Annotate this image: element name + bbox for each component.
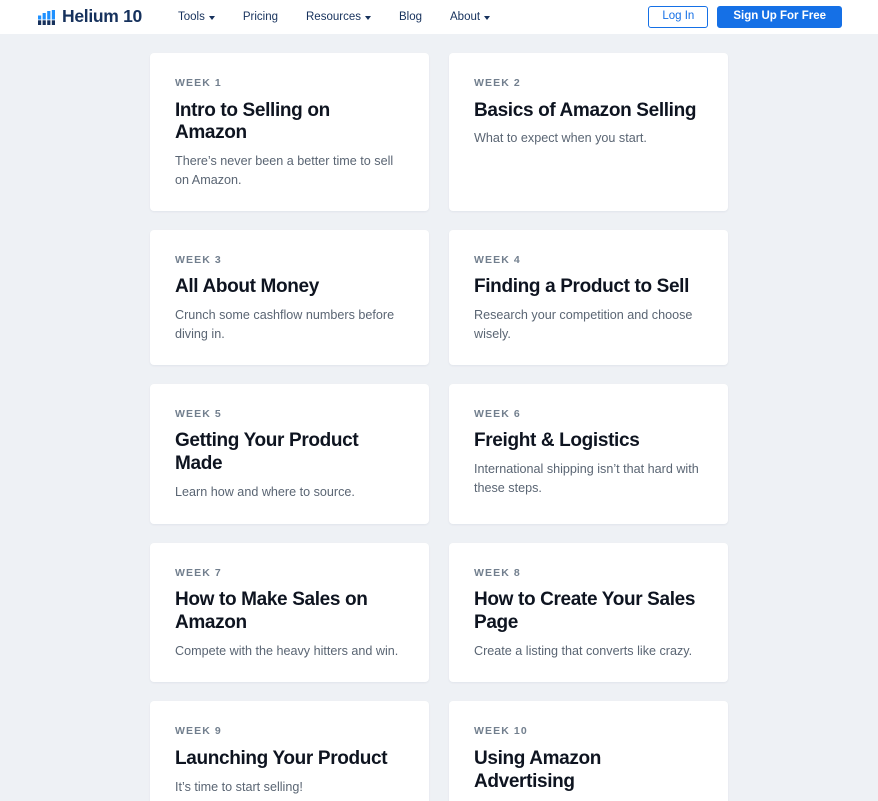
nav-item-tools[interactable]: Tools	[164, 11, 229, 23]
week-title: Freight & Logistics	[474, 430, 640, 452]
chevron-down-icon	[364, 16, 371, 20]
chevron-down-icon	[208, 16, 215, 20]
nav-item-label: Pricing	[242, 11, 278, 23]
week-description: Create a listing that converts like craz…	[474, 644, 693, 659]
week-label: WEEK 9	[175, 725, 222, 738]
week-description: International shipping isn’t that hard w…	[474, 462, 699, 495]
brand-logo[interactable]: Helium 10	[38, 8, 142, 26]
main-nav: Tools Pricing Resources Blog About	[164, 11, 504, 23]
week-title: Launching Your Product	[175, 747, 388, 769]
week-title: How to Create Your Sales Page	[474, 589, 696, 634]
week-label: WEEK 3	[175, 253, 222, 266]
week-label: WEEK 4	[474, 253, 521, 266]
week-title: All About Money	[175, 276, 319, 298]
week-description: It’s time to start selling!	[175, 779, 303, 794]
week-title: Using Amazon Advertising	[474, 747, 602, 792]
bar-chart-logo-icon	[38, 9, 55, 25]
header-actions: Log In Sign Up For Free	[648, 6, 842, 28]
week-card[interactable]: WEEK 10 Using Amazon Advertising Level u…	[449, 701, 728, 801]
week-label: WEEK 5	[175, 407, 222, 420]
nav-item-about[interactable]: About	[436, 11, 504, 23]
nav-item-resources[interactable]: Resources	[292, 11, 385, 23]
week-description: Crunch some cashflow numbers before divi…	[175, 308, 395, 341]
week-description: Compete with the heavy hitters and win.	[175, 644, 399, 659]
main-content: WEEK 1 Intro to Selling on Amazon There’…	[0, 34, 878, 801]
week-title: How to Make Sales on Amazon	[175, 589, 368, 634]
week-label: WEEK 10	[474, 725, 528, 738]
week-card[interactable]: WEEK 5 Getting Your Product Made Learn h…	[150, 383, 429, 524]
chevron-down-icon	[484, 16, 491, 20]
week-description: Learn how and where to source.	[175, 485, 355, 500]
nav-item-label: Tools	[177, 11, 205, 23]
week-description: What to expect when you start.	[474, 131, 647, 146]
brand-name: Helium 10	[62, 6, 142, 27]
week-card-grid: WEEK 1 Intro to Selling on Amazon There’…	[150, 53, 728, 801]
week-card[interactable]: WEEK 9 Launching Your Product It’s time …	[150, 701, 429, 801]
week-title: Intro to Selling on Amazon	[175, 99, 330, 144]
nav-item-label: Resources	[306, 11, 361, 23]
nav-item-label: Blog	[398, 11, 422, 23]
week-title: Finding a Product to Sell	[474, 276, 690, 298]
week-title: Basics of Amazon Selling	[474, 99, 697, 121]
signup-button[interactable]: Sign Up For Free	[717, 6, 842, 28]
week-label: WEEK 7	[175, 566, 222, 579]
week-card[interactable]: WEEK 6 Freight & Logistics International…	[449, 383, 728, 524]
week-card[interactable]: WEEK 3 All About Money Crunch some cashf…	[150, 229, 429, 365]
week-card[interactable]: WEEK 4 Finding a Product to Sell Researc…	[449, 229, 728, 365]
week-title: Getting Your Product Made	[175, 430, 359, 475]
nav-item-label: About	[450, 11, 481, 23]
week-label: WEEK 8	[474, 566, 521, 579]
nav-item-pricing[interactable]: Pricing	[229, 11, 292, 23]
week-description: There’s never been a better time to sell…	[175, 154, 394, 187]
week-label: WEEK 2	[474, 77, 521, 89]
week-card[interactable]: WEEK 8 How to Create Your Sales Page Cre…	[449, 542, 728, 683]
week-card[interactable]: WEEK 2 Basics of Amazon Selling What to …	[449, 53, 728, 211]
login-button[interactable]: Log In	[648, 6, 709, 28]
nav-item-blog[interactable]: Blog	[385, 11, 436, 23]
week-card[interactable]: WEEK 1 Intro to Selling on Amazon There’…	[150, 53, 429, 211]
week-label: WEEK 6	[474, 407, 521, 420]
week-label: WEEK 1	[175, 77, 222, 89]
week-description: Research your competition and choose wis…	[474, 308, 693, 341]
site-header: Helium 10 Tools Pricing Resources Blog A…	[0, 0, 878, 34]
week-card[interactable]: WEEK 7 How to Make Sales on Amazon Compe…	[150, 542, 429, 683]
